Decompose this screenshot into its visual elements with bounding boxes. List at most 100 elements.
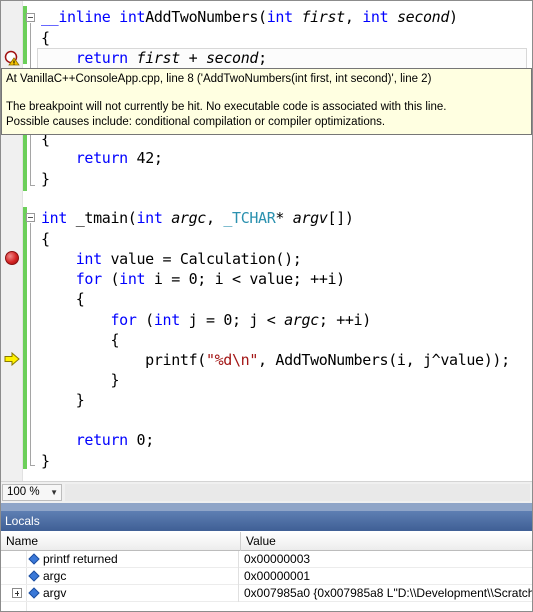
local-value[interactable]: 0x00000003 xyxy=(241,551,532,568)
code-token: j = 0; j < xyxy=(179,311,285,329)
code-token: + xyxy=(179,49,206,67)
code-token: ( xyxy=(101,270,120,288)
column-header-value[interactable]: Value xyxy=(241,532,532,551)
code-line[interactable]: int value = Calculation(); xyxy=(41,249,302,269)
code-token: { xyxy=(41,29,50,47)
code-token: ; ++i) xyxy=(318,311,371,329)
code-line[interactable]: { xyxy=(41,330,119,350)
variable-icon xyxy=(28,553,40,565)
change-bar xyxy=(23,135,27,191)
code-line[interactable]: return 42; xyxy=(41,148,163,168)
local-name: argc xyxy=(43,569,67,583)
panel-separator[interactable] xyxy=(1,503,532,511)
locals-panel: Locals Name Value printf returned 0x0000… xyxy=(1,511,532,611)
code-token: { xyxy=(41,331,120,349)
code-token: first xyxy=(127,49,181,67)
code-token: second xyxy=(388,8,450,26)
zoom-dropdown[interactable]: 100 % ▼ xyxy=(2,484,62,501)
code-token: value = Calculation(); xyxy=(101,250,302,268)
code-token: int xyxy=(153,311,180,329)
code-token: first xyxy=(292,8,345,26)
zoom-value: 100 % xyxy=(7,486,40,498)
code-token: int xyxy=(136,209,163,227)
locals-row[interactable]: argc 0x00000001 xyxy=(1,568,532,585)
code-line[interactable]: { xyxy=(41,229,50,249)
expand-icon[interactable] xyxy=(12,588,22,598)
collapse-icon[interactable] xyxy=(26,213,35,222)
outline-guide xyxy=(30,23,31,68)
code-line[interactable]: } xyxy=(41,390,85,410)
code-line[interactable]: __inline intAddTwoNumbers(int first, int… xyxy=(41,7,458,27)
collapse-icon[interactable] xyxy=(26,13,35,22)
local-name: printf returned xyxy=(43,552,118,566)
code-line[interactable]: } xyxy=(41,451,50,471)
code-token: int xyxy=(362,8,389,26)
code-token: "%d\n" xyxy=(205,351,259,369)
code-token: _tmain( xyxy=(67,209,137,227)
column-header-name[interactable]: Name xyxy=(1,532,241,551)
local-value[interactable]: 0x00000001 xyxy=(241,568,532,585)
code-line[interactable]: { xyxy=(41,28,50,48)
code-token: 42; xyxy=(127,149,163,167)
code-token: { xyxy=(41,290,85,308)
horizontal-scrollbar[interactable] xyxy=(65,484,530,501)
code-token: __inline xyxy=(41,8,120,26)
code-token: ; xyxy=(258,49,267,67)
code-token: second xyxy=(205,49,259,67)
current-statement-arrow-icon[interactable] xyxy=(4,352,20,366)
code-token: argc xyxy=(284,311,319,329)
tooltip-message: The breakpoint will not currently be hit… xyxy=(6,101,447,113)
breakpoint-icon[interactable] xyxy=(5,251,19,265)
local-name: argv xyxy=(43,586,67,600)
locals-row[interactable]: argv 0x007985a0 {0x007985a8 L"D:\\Develo… xyxy=(1,585,532,602)
outline-guide-end xyxy=(30,465,35,466)
code-token: } xyxy=(41,371,120,389)
code-token: } xyxy=(41,170,50,188)
code-token: return xyxy=(75,49,128,67)
code-line[interactable]: for (int i = 0; i < value; ++i) xyxy=(41,269,345,289)
locals-rows: printf returned 0x00000003 argc 0x000000… xyxy=(1,551,532,602)
code-token: argc xyxy=(162,209,206,227)
code-editor[interactable]: __inline intAddTwoNumbers(int first, int… xyxy=(1,1,532,481)
locals-row[interactable]: printf returned 0x00000003 xyxy=(1,551,532,568)
code-line[interactable]: for (int j = 0; j < argc; ++i) xyxy=(41,310,371,330)
ide-window: __inline intAddTwoNumbers(int first, int… xyxy=(0,0,533,612)
code-token: int xyxy=(75,250,102,268)
code-line[interactable]: return 0; xyxy=(41,430,154,450)
code-token: for xyxy=(75,270,102,288)
code-token: , xyxy=(205,209,224,227)
code-token: i = 0; i < value; ++i) xyxy=(145,270,345,288)
code-token: argv xyxy=(292,209,328,227)
code-token: return xyxy=(75,149,128,167)
tooltip-causes: Possible causes include: conditional com… xyxy=(6,116,386,128)
code-line[interactable]: { xyxy=(41,289,85,309)
breakpoint-warning-icon[interactable] xyxy=(4,50,20,66)
code-token: int xyxy=(266,8,293,26)
breakpoint-tooltip: At VanillaC++ConsoleApp.cpp, line 8 ('Ad… xyxy=(1,68,532,135)
chevron-down-icon: ▼ xyxy=(50,488,58,497)
code-token: int xyxy=(41,209,68,227)
code-token: return xyxy=(75,431,128,449)
code-token: } xyxy=(41,391,85,409)
code-line[interactable]: return first + second; xyxy=(41,48,267,68)
code-line[interactable]: } xyxy=(41,370,119,390)
local-value[interactable]: 0x007985a0 {0x007985a8 L"D:\\Development… xyxy=(241,585,532,602)
code-token: , xyxy=(344,8,363,26)
code-token: for xyxy=(110,311,137,329)
code-token: int xyxy=(119,270,146,288)
code-line[interactable]: printf("%d\n", AddTwoNumbers(i, j^value)… xyxy=(41,350,510,370)
code-token: , AddTwoNumbers(i, j^value)); xyxy=(258,351,510,369)
code-line[interactable]: int _tmain(int argc, _TCHAR* argv[]) xyxy=(41,208,354,228)
change-bar xyxy=(23,207,27,469)
code-token: _TCHAR xyxy=(223,209,276,227)
code-token: []) xyxy=(327,209,354,227)
outline-guide xyxy=(30,135,31,185)
code-line[interactable]: } xyxy=(41,169,50,189)
locals-grid-header: Name Value xyxy=(1,532,532,551)
